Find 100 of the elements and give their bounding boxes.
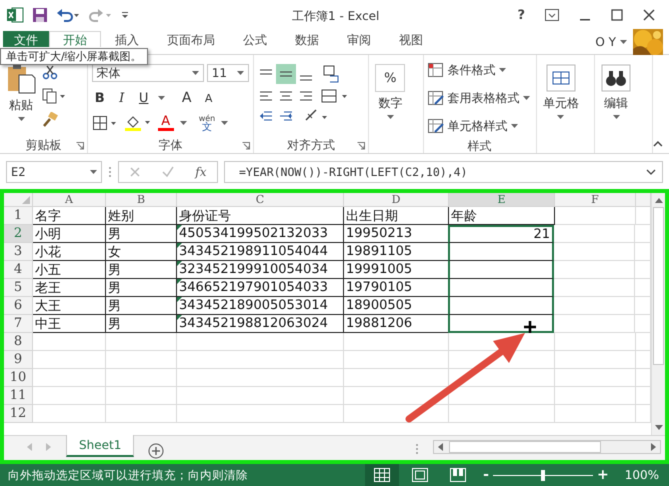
- caret-icon[interactable]: [158, 96, 165, 100]
- phonetic-button[interactable]: wén 文: [198, 114, 216, 132]
- ribbon-tab[interactable]: 开始: [49, 31, 101, 47]
- zoom-in-button[interactable]: +: [596, 467, 609, 483]
- row-header[interactable]: 10: [4, 369, 33, 387]
- underline-button[interactable]: U: [136, 90, 152, 106]
- page-icon[interactable]: [412, 468, 428, 482]
- customize-menu-icon[interactable]: [120, 9, 130, 21]
- scissors-icon[interactable]: [42, 64, 58, 80]
- splitter-icon[interactable]: [415, 443, 419, 455]
- fill-color-icon[interactable]: [124, 114, 152, 132]
- expand-icon[interactable]: [646, 169, 656, 175]
- number-format-button[interactable]: % 数字: [373, 64, 408, 137]
- undo-icon[interactable]: [56, 7, 80, 23]
- scroll-left-icon[interactable]: [437, 443, 443, 451]
- zoom-out-button[interactable]: -: [483, 467, 489, 483]
- horizontal-scrollbar[interactable]: [433, 440, 661, 454]
- zoom-slider[interactable]: [492, 469, 593, 481]
- row-header[interactable]: 11: [4, 387, 33, 405]
- styles-menu-button[interactable]: 条件格式: [428, 58, 532, 82]
- cells-icon[interactable]: [546, 64, 576, 92]
- caret-icon[interactable]: [386, 115, 394, 120]
- conditional-format-icon[interactable]: [428, 62, 445, 78]
- file-tab[interactable]: 文件: [3, 31, 49, 47]
- error-indicator-icon[interactable]: [177, 243, 182, 248]
- ribbon-display-icon[interactable]: [545, 9, 559, 21]
- styles-menu-button[interactable]: 套用表格格式: [428, 86, 532, 110]
- ribbon-tab[interactable]: 插入: [101, 31, 153, 47]
- sheet-tab[interactable]: Sheet1: [66, 435, 134, 457]
- paste-button[interactable]: 粘贴: [4, 64, 38, 137]
- scroll-right-icon[interactable]: [651, 443, 657, 451]
- cells-button[interactable]: 单元格: [540, 64, 581, 137]
- bold-button[interactable]: B: [92, 90, 108, 106]
- error-indicator-icon[interactable]: [177, 297, 182, 302]
- dialog-launcher-icon[interactable]: [242, 142, 250, 150]
- ribbon-tab[interactable]: 公式: [229, 31, 281, 47]
- caret-icon[interactable]: [498, 68, 506, 72]
- column-header[interactable]: E: [449, 193, 555, 207]
- grid-icon[interactable]: [374, 468, 390, 482]
- styles-menu-button[interactable]: 单元格样式: [428, 114, 532, 138]
- table-style-icon[interactable]: [428, 90, 445, 106]
- row-header[interactable]: 6: [4, 297, 33, 315]
- name-box[interactable]: E2: [6, 161, 102, 183]
- format-painter-icon[interactable]: [42, 112, 58, 128]
- caret-icon[interactable]: [180, 120, 187, 126]
- column-header[interactable]: F: [555, 193, 636, 207]
- caret-icon[interactable]: [192, 70, 199, 76]
- vertical-scrollbar[interactable]: [651, 193, 665, 435]
- table-style-icon[interactable]: [428, 118, 445, 134]
- decrease-font-button[interactable]: A: [200, 92, 217, 104]
- row-header[interactable]: 7: [4, 315, 33, 333]
- insert-function-button[interactable]: fx: [195, 165, 207, 179]
- italic-button[interactable]: I: [114, 90, 130, 106]
- close-icon[interactable]: [643, 9, 655, 21]
- row-header[interactable]: 8: [4, 333, 33, 351]
- caret-icon[interactable]: [18, 117, 24, 122]
- ribbon-tab[interactable]: 视图: [385, 31, 437, 47]
- normal-view-button[interactable]: [365, 464, 400, 486]
- scrollbar-thumb[interactable]: [449, 441, 601, 453]
- font-size-dropdown[interactable]: 11: [206, 64, 249, 82]
- ribbon-tab[interactable]: 数据: [281, 31, 333, 47]
- caret-icon[interactable]: [620, 40, 627, 44]
- caret-icon[interactable]: [522, 96, 530, 100]
- font-color-button[interactable]: A: [158, 115, 174, 131]
- page-break-icon[interactable]: [450, 468, 466, 482]
- error-indicator-icon[interactable]: [177, 315, 182, 320]
- column-header[interactable]: B: [106, 193, 177, 207]
- row-header[interactable]: 9: [4, 351, 33, 369]
- formula-field[interactable]: =YEAR(NOW())-RIGHT(LEFT(C2,10),4): [224, 161, 663, 183]
- save-icon[interactable]: [32, 7, 48, 23]
- help-button[interactable]: ?: [517, 8, 525, 22]
- column-header[interactable]: A: [33, 193, 106, 207]
- caret-icon[interactable]: [221, 120, 228, 126]
- scroll-up-icon[interactable]: [654, 197, 662, 203]
- column-header[interactable]: D: [344, 193, 449, 207]
- zoom-level[interactable]: 100%: [624, 468, 659, 482]
- borders-icon[interactable]: [92, 115, 118, 131]
- caret-icon[interactable]: [236, 70, 244, 76]
- scrollbar-thumb[interactable]: [653, 207, 664, 365]
- row-header[interactable]: 4: [4, 261, 33, 279]
- ribbon-tab[interactable]: 审阅: [333, 31, 385, 47]
- collapse-ribbon-icon[interactable]: [653, 140, 664, 147]
- dialog-launcher-icon[interactable]: [357, 142, 366, 150]
- increase-font-button[interactable]: A: [178, 90, 195, 106]
- caret-icon[interactable]: [90, 170, 97, 174]
- dialog-launcher-icon[interactable]: [76, 142, 84, 150]
- row-header[interactable]: 1: [4, 207, 33, 225]
- clipboard-icon[interactable]: [6, 64, 36, 94]
- scroll-down-icon[interactable]: [654, 425, 662, 431]
- row-header[interactable]: 12: [4, 405, 33, 423]
- column-header[interactable]: C: [177, 193, 344, 207]
- excel-logo-icon[interactable]: [6, 6, 24, 24]
- zoom-slider-thumb[interactable]: [540, 470, 545, 481]
- caret-icon[interactable]: [510, 124, 518, 128]
- row-header[interactable]: 5: [4, 279, 33, 297]
- error-indicator-icon[interactable]: [177, 279, 182, 284]
- maximize-icon[interactable]: [611, 9, 623, 21]
- copy-icon[interactable]: [42, 88, 66, 104]
- ribbon-tab[interactable]: 页面布局: [153, 31, 229, 47]
- editing-button[interactable]: 编辑: [599, 64, 633, 137]
